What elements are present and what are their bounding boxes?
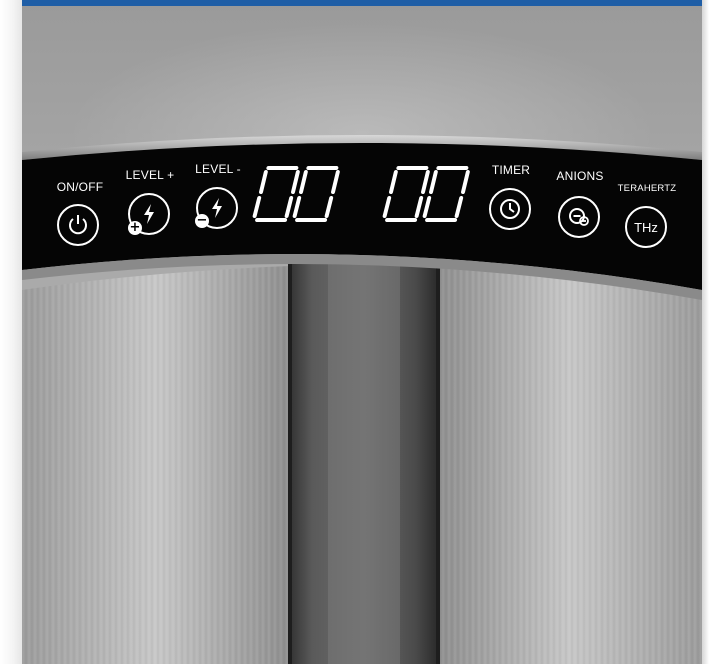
top-blue-bar (22, 0, 702, 6)
device-body: ON/OFF LEVEL + LEVEL - TIMER ANIONS TERA… (22, 0, 702, 664)
background-left (0, 0, 22, 664)
plus-badge-icon: + (128, 220, 142, 235)
anion-icon (569, 208, 589, 226)
level-down-label: LEVEL - (195, 162, 241, 176)
background-right (701, 0, 709, 664)
level-up-button[interactable]: + (128, 193, 170, 235)
minus-badge-icon: − (195, 213, 209, 228)
terahertz-button[interactable]: THz (625, 206, 667, 248)
timer-label: TIMER (491, 163, 531, 177)
power-button[interactable] (57, 204, 99, 246)
anions-label: ANIONS (556, 169, 604, 183)
terahertz-label: TERAHERTZ (617, 183, 677, 194)
timer-button[interactable] (489, 188, 531, 230)
anions-button[interactable] (558, 196, 600, 238)
clock-icon (500, 199, 520, 219)
power-label: ON/OFF (56, 180, 104, 194)
power-icon (69, 215, 87, 235)
level-up-label: LEVEL + (125, 168, 175, 182)
level-down-button[interactable]: − (195, 187, 238, 229)
control-panel (22, 135, 702, 300)
terahertz-button-text: THz (634, 219, 658, 235)
